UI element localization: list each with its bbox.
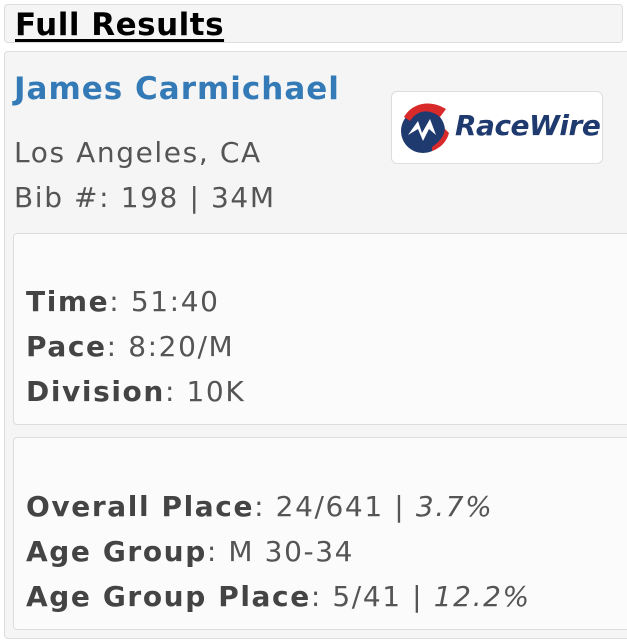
pace-value: 8:20/M	[128, 330, 235, 363]
pace-colon: :	[106, 330, 118, 363]
age-group-value: M 30-34	[228, 535, 355, 568]
racewire-logo-text: RaceWire	[455, 109, 601, 142]
athlete-location: Los Angeles, CA	[14, 136, 262, 169]
overall-place-value: 24/641	[275, 490, 384, 523]
page-title: Full Results	[15, 7, 225, 43]
results-panel: James Carmichael RaceWire Los Angeles, C…	[4, 51, 627, 639]
age-gender: 34M	[211, 181, 276, 214]
division-colon: :	[164, 375, 176, 408]
age-group-place-colon: :	[310, 580, 322, 613]
division-row: Division: 10K	[26, 375, 245, 408]
results-header: Full Results	[4, 4, 623, 43]
pace-label: Pace	[26, 330, 107, 363]
age-group-row: Age Group: M 30-34	[26, 535, 354, 568]
age-group-label: Age Group	[26, 535, 207, 568]
bib-number: 198	[120, 181, 179, 214]
age-group-place-separator: |	[412, 580, 424, 613]
athlete-name-link[interactable]: James Carmichael	[14, 71, 340, 107]
bib-label: Bib #:	[14, 181, 111, 214]
overall-place-label: Overall Place	[26, 490, 255, 523]
time-value: 51:40	[130, 285, 220, 318]
time-label: Time	[26, 285, 110, 318]
overall-place-separator: |	[394, 490, 406, 523]
overall-place-percent: 3.7%	[415, 490, 494, 523]
timing-card: Time: 51:40 Pace: 8:20/M Division: 10K	[13, 233, 627, 425]
age-group-colon: :	[206, 535, 218, 568]
pace-row: Pace: 8:20/M	[26, 330, 234, 363]
age-group-place-row: Age Group Place: 5/41 | 12.2%	[26, 580, 531, 613]
athlete-bib-line: Bib #: 198 | 34M	[14, 181, 276, 214]
division-value: 10K	[186, 375, 246, 408]
overall-place-row: Overall Place: 24/641 | 3.7%	[26, 490, 493, 523]
placing-card: Overall Place: 24/641 | 3.7% Age Group: …	[13, 437, 627, 630]
bib-separator: |	[189, 181, 201, 214]
racewire-logo: RaceWire	[391, 91, 603, 164]
age-group-place-percent: 12.2%	[433, 580, 531, 613]
time-row: Time: 51:40	[26, 285, 220, 318]
division-label: Division	[26, 375, 165, 408]
time-colon: :	[109, 285, 121, 318]
racewire-logo-icon	[401, 103, 449, 153]
age-group-place-value: 5/41	[332, 580, 402, 613]
age-group-place-label: Age Group Place	[26, 580, 311, 613]
overall-place-colon: :	[254, 490, 266, 523]
